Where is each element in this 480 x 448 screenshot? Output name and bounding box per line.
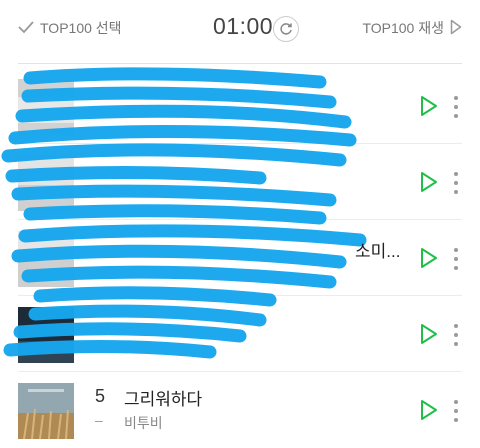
song-row[interactable]: 5 – 그리워하다 비투비 <box>0 374 480 448</box>
album-art <box>18 155 74 211</box>
play-icon[interactable] <box>420 399 438 421</box>
top100-select-label: TOP100 선택 <box>40 20 122 36</box>
album-art <box>18 231 74 287</box>
song-row[interactable] <box>0 146 480 220</box>
refresh-icon[interactable] <box>273 16 299 42</box>
song-title: 그리워하다 <box>124 390 203 409</box>
timer-display: 01:00 <box>213 13 274 39</box>
top100-select-button[interactable]: TOP100 선택 <box>18 18 122 38</box>
top100-play-label: TOP100 재생 <box>362 20 444 36</box>
more-options-icon[interactable] <box>452 170 460 196</box>
play-icon[interactable] <box>420 323 438 345</box>
album-art <box>18 383 74 439</box>
top100-play-button[interactable]: TOP100 재생 <box>362 18 462 38</box>
song-row[interactable] <box>0 298 480 372</box>
checkmark-icon <box>18 20 34 37</box>
play-icon[interactable] <box>420 95 438 117</box>
album-art <box>18 307 74 363</box>
row-divider <box>18 371 462 372</box>
rank-change: – <box>95 412 103 428</box>
top-bar: TOP100 선택 01:00 TOP100 재생 <box>0 0 480 56</box>
more-options-icon[interactable] <box>452 398 460 424</box>
play-icon[interactable] <box>420 247 438 269</box>
row-divider <box>18 295 462 296</box>
song-row[interactable] <box>0 70 480 144</box>
more-options-icon[interactable] <box>452 246 460 272</box>
more-options-icon[interactable] <box>452 322 460 348</box>
song-rank: 5 <box>95 386 106 406</box>
more-options-icon[interactable] <box>452 94 460 120</box>
row-divider <box>18 143 462 144</box>
song-row[interactable] <box>0 222 480 296</box>
song-artist: 비투비 <box>124 415 163 431</box>
header-divider <box>18 63 462 64</box>
play-outline-icon <box>450 19 462 38</box>
row-divider <box>18 219 462 220</box>
play-icon[interactable] <box>420 171 438 193</box>
album-art <box>18 79 74 135</box>
